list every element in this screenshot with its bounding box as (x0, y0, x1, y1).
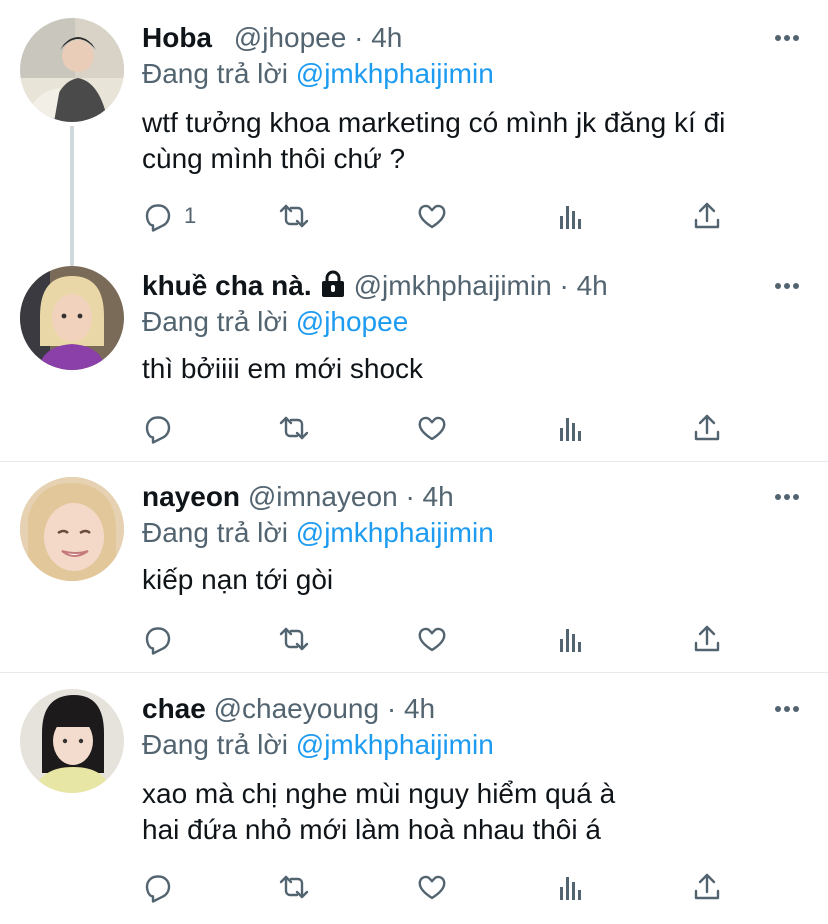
tweet-header: nayeon @imnayeon · 4h (142, 477, 454, 517)
tweet-text-line: hai đứa nhỏ mới làm hoà nhau thôi á (142, 814, 601, 845)
replying-to: Đang trả lời @jmkhphaijimin (142, 54, 494, 94)
display-name[interactable]: Hoba (142, 22, 212, 53)
tweet-text-line: xao mà chị nghe mùi nguy hiểm quá à (142, 778, 616, 809)
replying-label: Đang trả lời (142, 729, 288, 760)
share-button[interactable] (691, 408, 723, 448)
reply-icon (145, 204, 171, 232)
avatar-photo-icon (20, 477, 124, 581)
replying-label: Đang trả lời (142, 517, 288, 548)
tweet-header: khuề cha nà. @jmkhphaijimin · 4h (142, 266, 608, 306)
tweet-text-line: kiếp nạn tới gòi (142, 564, 334, 595)
like-button[interactable] (416, 867, 448, 907)
share-icon (694, 625, 720, 652)
display-name[interactable]: chae (142, 693, 206, 724)
timestamp[interactable]: 4h (371, 22, 402, 53)
mention-link[interactable]: @jmkhphaijimin (296, 729, 494, 760)
user-handle[interactable]: @jhopee (234, 22, 347, 53)
replying-label: Đang trả lời (142, 58, 288, 89)
timestamp[interactable]: 4h (404, 693, 435, 724)
more-options-icon[interactable] (774, 493, 800, 501)
replying-label: Đang trả lời (142, 306, 288, 337)
views-button[interactable] (555, 408, 587, 448)
share-button[interactable] (691, 619, 723, 659)
retweet-button[interactable] (278, 619, 310, 659)
separator-dot: · (386, 693, 397, 724)
avatar[interactable] (20, 266, 124, 370)
tweet-text-line: thì bởiiii em mới shock (142, 353, 424, 384)
retweet-icon (279, 204, 309, 228)
timestamp[interactable]: 4h (423, 481, 454, 512)
separator-dot: · (405, 481, 415, 512)
share-icon (694, 873, 720, 900)
tweet-actions: 1 (0, 196, 828, 236)
mention-link[interactable]: @jmkhphaijimin (296, 58, 494, 89)
heart-icon (418, 204, 446, 229)
lock-icon (321, 270, 344, 297)
tweet-text-line: cùng mình thôi chứ ? (142, 143, 406, 174)
views-button[interactable] (555, 196, 587, 236)
share-icon (694, 414, 720, 441)
reply-button[interactable] (142, 867, 174, 907)
reply-button[interactable] (142, 408, 174, 448)
replying-to: Đang trả lời @jmkhphaijimin (142, 513, 494, 553)
share-button[interactable] (691, 867, 723, 907)
reply-icon (145, 627, 171, 655)
reply-button[interactable]: 1 (142, 196, 196, 236)
timestamp[interactable]: 4h (577, 270, 608, 301)
avatar[interactable] (20, 18, 124, 122)
analytics-icon (560, 877, 581, 900)
analytics-icon (560, 629, 581, 652)
analytics-icon (560, 206, 581, 229)
display-name[interactable]: nayeon (142, 481, 240, 512)
retweet-button[interactable] (278, 196, 310, 236)
like-button[interactable] (416, 619, 448, 659)
more-options-icon[interactable] (774, 282, 800, 290)
tweet-actions (0, 619, 828, 659)
reply-button[interactable] (142, 619, 174, 659)
reply-count: 1 (184, 203, 197, 228)
tweet-text-line: wtf tưởng khoa marketing có mình jk đăng… (142, 107, 726, 138)
divider (0, 672, 828, 673)
like-button[interactable] (416, 408, 448, 448)
reply-icon (145, 875, 171, 903)
share-button[interactable] (691, 196, 723, 236)
tweet-actions (0, 867, 828, 907)
tweet-header: chae @chaeyoung · 4h (142, 689, 435, 729)
mention-link[interactable]: @jmkhphaijimin (296, 517, 494, 548)
views-button[interactable] (555, 867, 587, 907)
share-icon (694, 202, 720, 229)
avatar-photo-icon (20, 18, 124, 122)
more-options-icon[interactable] (774, 34, 800, 42)
avatar[interactable] (20, 477, 124, 581)
separator-dot: · (354, 22, 364, 53)
more-options-icon[interactable] (774, 705, 800, 713)
avatar[interactable] (20, 689, 124, 793)
heart-icon (418, 875, 446, 900)
user-handle[interactable]: @chaeyoung (214, 693, 379, 724)
tweet-header: Hoba @jhopee · 4h (142, 18, 402, 58)
user-handle[interactable]: @jmkhphaijimin (354, 270, 552, 301)
tweet-actions (0, 408, 828, 448)
avatar-photo-icon (20, 689, 124, 793)
retweet-button[interactable] (278, 408, 310, 448)
replying-to: Đang trả lời @jmkhphaijimin (142, 725, 494, 765)
separator-dot: · (559, 270, 569, 301)
retweet-icon (279, 875, 309, 899)
retweet-icon (279, 627, 309, 651)
user-handle[interactable]: @imnayeon (248, 481, 398, 512)
avatar-photo-icon (20, 266, 124, 370)
replying-to: Đang trả lời @jhopee (142, 302, 408, 342)
divider (0, 461, 828, 462)
retweet-icon (279, 416, 309, 440)
reply-icon (145, 416, 171, 444)
retweet-button[interactable] (278, 867, 310, 907)
heart-icon (418, 627, 446, 652)
display-name[interactable]: khuề cha nà. (142, 270, 312, 301)
mention-link[interactable]: @jhopee (296, 306, 409, 337)
analytics-icon (560, 418, 581, 441)
views-button[interactable] (555, 619, 587, 659)
heart-icon (418, 416, 446, 441)
like-button[interactable] (416, 196, 448, 236)
